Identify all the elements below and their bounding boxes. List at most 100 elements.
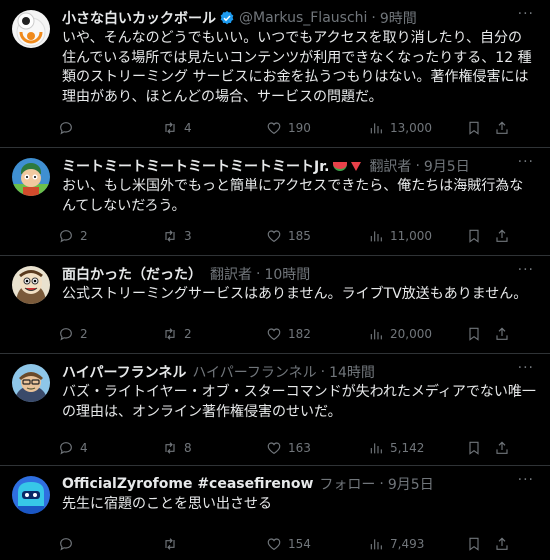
tweet[interactable]: ミートミートミートミートミートミートJr. 翻訳者 · 9月5日 ··· おい、… xyxy=(0,148,550,256)
share-icon xyxy=(494,326,510,342)
like-count: 182 xyxy=(288,326,311,341)
tweet-text: 公式ストリーミングサービスはありません。ライブTV放送もありません。 xyxy=(62,286,528,302)
like-button[interactable]: 163 xyxy=(266,440,368,456)
timestamp[interactable]: 9時間 xyxy=(380,8,417,28)
watermelon-emoji-icon xyxy=(333,161,348,171)
avatar[interactable] xyxy=(12,158,50,196)
more-icon[interactable]: ··· xyxy=(518,6,534,22)
tweet-text: バズ・ライトイヤー・オブ・スターコマンドが失われたメディアでない唯一の理由は、オ… xyxy=(62,384,536,420)
heart-icon xyxy=(266,228,282,244)
views-button[interactable]: 20,000 xyxy=(368,326,466,342)
views-icon xyxy=(368,120,384,136)
like-count: 190 xyxy=(288,121,311,135)
retweet-button[interactable]: 4 xyxy=(162,120,266,136)
view-count: 5,142 xyxy=(390,441,425,455)
retweet-icon xyxy=(162,228,178,244)
share-icon xyxy=(494,440,510,456)
timestamp[interactable]: 10時間 xyxy=(264,264,310,284)
bookmark-icon xyxy=(466,440,482,456)
retweet-count: 2 xyxy=(184,326,192,341)
share-button[interactable] xyxy=(494,120,510,136)
handle[interactable]: @Markus_Flauschi xyxy=(239,10,367,26)
views-button[interactable]: 13,000 xyxy=(368,120,466,136)
view-count: 13,000 xyxy=(390,121,432,135)
reply-count: 2 xyxy=(80,229,88,243)
retweet-button[interactable]: 3 xyxy=(162,228,266,244)
retweet-button[interactable]: 2 xyxy=(162,326,266,342)
reply-icon xyxy=(58,536,74,552)
bookmark-button[interactable] xyxy=(466,536,494,552)
bookmark-button[interactable] xyxy=(466,120,494,136)
tweet-text: おい、もし米国外でもっと簡単にアクセスできたら、俺たちは海賊行為なんてしないだろ… xyxy=(62,178,524,214)
share-icon xyxy=(494,536,510,552)
follow-label[interactable]: フォロー xyxy=(319,474,375,494)
display-name[interactable]: OfficialZyrofome #ceasefirenow xyxy=(62,476,313,492)
like-count: 154 xyxy=(288,536,311,551)
bookmark-icon xyxy=(466,228,482,244)
timestamp[interactable]: 9月5日 xyxy=(424,156,470,176)
share-button[interactable] xyxy=(494,326,510,342)
views-icon xyxy=(368,536,384,552)
avatar[interactable] xyxy=(12,364,50,402)
reply-count: 2 xyxy=(80,326,88,341)
reply-button[interactable]: 4 xyxy=(58,440,162,456)
timestamp[interactable]: 14時間 xyxy=(329,362,375,382)
share-button[interactable] xyxy=(494,228,510,244)
avatar[interactable] xyxy=(12,476,50,514)
view-count: 11,000 xyxy=(390,229,432,243)
tweet-text: いや、そんなのどうでもいい。いつでもアクセスを取り消したり、自分の住んでいる場所… xyxy=(62,30,532,105)
handle[interactable]: 翻訳者 xyxy=(369,156,411,176)
tweet[interactable]: OfficialZyrofome #ceasefirenow フォロー · 9月… xyxy=(0,466,550,560)
display-name[interactable]: 面白かった（だった） xyxy=(62,264,202,284)
tweet[interactable]: 小さな白いカックボール @Markus_Flauschi · 9時間 ··· い… xyxy=(0,0,550,148)
tweet[interactable]: ハイパーフランネル ハイパーフランネル · 14時間 ··· バズ・ライトイヤー… xyxy=(0,354,550,466)
timestamp[interactable]: 9月5日 xyxy=(388,474,434,494)
like-count: 185 xyxy=(288,229,311,243)
share-button[interactable] xyxy=(494,440,510,456)
separator: · xyxy=(415,158,420,174)
heart-icon xyxy=(266,326,282,342)
retweet-button[interactable]: 8 xyxy=(162,440,266,456)
tweet[interactable]: 面白かった（だった） 翻訳者 · 10時間 ··· 公式ストリーミングサービスは… xyxy=(0,256,550,354)
reply-icon xyxy=(58,326,74,342)
heart-icon xyxy=(266,536,282,552)
tweet-text: 先生に宿題のことを思い出させる xyxy=(62,496,272,512)
display-name[interactable]: ミートミートミートミートミートミートJr. xyxy=(62,156,329,176)
more-icon[interactable]: ··· xyxy=(518,262,534,278)
retweet-icon xyxy=(162,326,178,342)
like-button[interactable]: 154 xyxy=(266,536,368,552)
more-icon[interactable]: ··· xyxy=(518,472,534,488)
like-button[interactable]: 190 xyxy=(266,120,368,136)
display-name[interactable]: ハイパーフランネル xyxy=(62,362,186,382)
reply-button[interactable] xyxy=(58,120,162,136)
handle[interactable]: 翻訳者 xyxy=(210,264,252,284)
retweet-icon xyxy=(162,440,178,456)
share-icon xyxy=(494,120,510,136)
avatar[interactable] xyxy=(12,266,50,304)
views-button[interactable]: 5,142 xyxy=(368,440,466,456)
handle[interactable]: ハイパーフランネル xyxy=(192,362,316,382)
views-icon xyxy=(368,228,384,244)
reply-button[interactable] xyxy=(58,536,162,552)
like-button[interactable]: 182 xyxy=(266,326,368,342)
display-name[interactable]: 小さな白いカックボール xyxy=(62,8,216,28)
reply-count: 4 xyxy=(80,441,88,455)
heart-icon xyxy=(266,120,282,136)
views-button[interactable]: 11,000 xyxy=(368,228,466,244)
separator: · xyxy=(371,10,376,26)
avatar[interactable] xyxy=(12,10,50,48)
more-icon[interactable]: ··· xyxy=(518,360,534,376)
reply-button[interactable]: 2 xyxy=(58,326,162,342)
bookmark-button[interactable] xyxy=(466,228,494,244)
reply-button[interactable]: 2 xyxy=(58,228,162,244)
retweet-icon xyxy=(162,120,178,136)
bookmark-button[interactable] xyxy=(466,440,494,456)
more-icon[interactable]: ··· xyxy=(518,154,534,170)
bookmark-button[interactable] xyxy=(466,326,494,342)
separator: · xyxy=(256,266,261,282)
views-button[interactable]: 7,493 xyxy=(368,536,466,552)
retweet-button[interactable] xyxy=(162,536,266,552)
like-button[interactable]: 185 xyxy=(266,228,368,244)
share-button[interactable] xyxy=(494,536,510,552)
bookmark-icon xyxy=(466,326,482,342)
